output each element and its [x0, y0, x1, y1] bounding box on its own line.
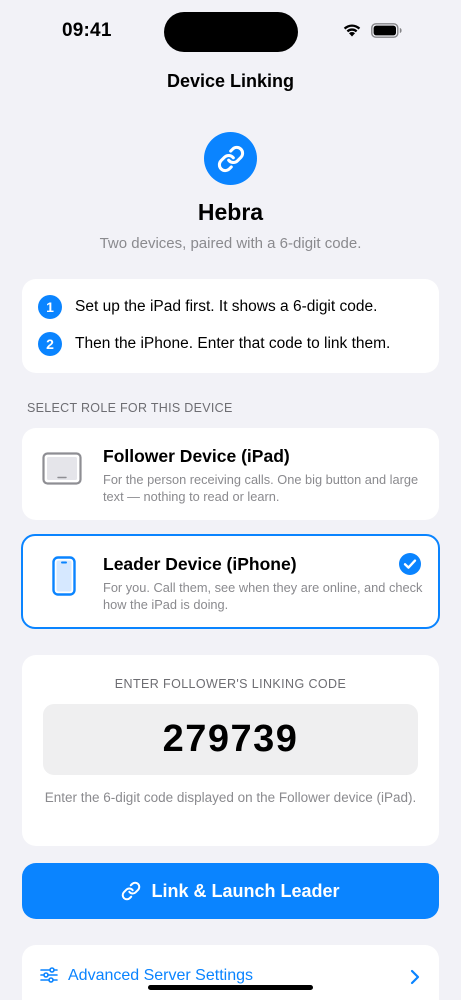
- step-number-badge: 1: [38, 295, 62, 319]
- link-icon: [217, 145, 244, 172]
- ipad-icon: [42, 452, 82, 485]
- battery-icon: [371, 23, 402, 38]
- home-indicator: [148, 985, 313, 990]
- checkmark-icon: [399, 553, 421, 575]
- code-entry-label: ENTER FOLLOWER'S LINKING CODE: [114, 677, 347, 691]
- chevron-right-icon: [410, 969, 420, 985]
- step-number-badge: 2: [38, 332, 62, 356]
- sliders-icon: [40, 967, 58, 983]
- app-logo: [204, 132, 257, 185]
- status-bar: 09:41: [0, 0, 461, 62]
- advanced-settings-row[interactable]: Advanced Server Settings: [22, 945, 439, 1000]
- wifi-icon: [343, 24, 361, 37]
- role-description: For the person receiving calls. One big …: [103, 472, 419, 504]
- link-launch-button[interactable]: Link & Launch Leader: [22, 863, 439, 919]
- role-section-label: SELECT ROLE FOR THIS DEVICE: [27, 401, 233, 415]
- step-item: 1 Set up the iPad first. It shows a 6-di…: [38, 295, 377, 319]
- dynamic-island: [164, 12, 298, 52]
- role-title: Leader Device (iPhone): [103, 554, 297, 574]
- step-item: 2 Then the iPhone. Enter that code to li…: [38, 332, 390, 356]
- linking-code-input[interactable]: 279739: [43, 704, 418, 775]
- steps-card: 1 Set up the iPad first. It shows a 6-di…: [22, 279, 439, 373]
- app-name: Hebra: [197, 199, 264, 225]
- page-title: Device Linking: [166, 71, 295, 91]
- advanced-settings-label: Advanced Server Settings: [68, 967, 253, 984]
- status-time: 09:41: [62, 20, 112, 41]
- role-description: For you. Call them, see when they are on…: [103, 580, 423, 612]
- code-entry-hint: Enter the 6-digit code displayed on the …: [44, 790, 417, 805]
- link-launch-button-label: Link & Launch Leader: [151, 880, 340, 901]
- link-icon: [122, 881, 141, 901]
- app-tagline: Two devices, paired with a 6-digit code.: [99, 235, 362, 252]
- code-entry-card: ENTER FOLLOWER'S LINKING CODE 279739 Ent…: [22, 655, 439, 846]
- role-option-leader[interactable]: Leader Device (iPhone) For you. Call the…: [21, 534, 440, 629]
- iphone-icon: [52, 556, 76, 596]
- step-text: Then the iPhone. Enter that code to link…: [75, 335, 391, 352]
- role-option-follower[interactable]: Follower Device (iPad) For the person re…: [22, 428, 439, 520]
- step-text: Set up the iPad first. It shows a 6-digi…: [75, 298, 378, 315]
- role-title: Follower Device (iPad): [103, 446, 290, 466]
